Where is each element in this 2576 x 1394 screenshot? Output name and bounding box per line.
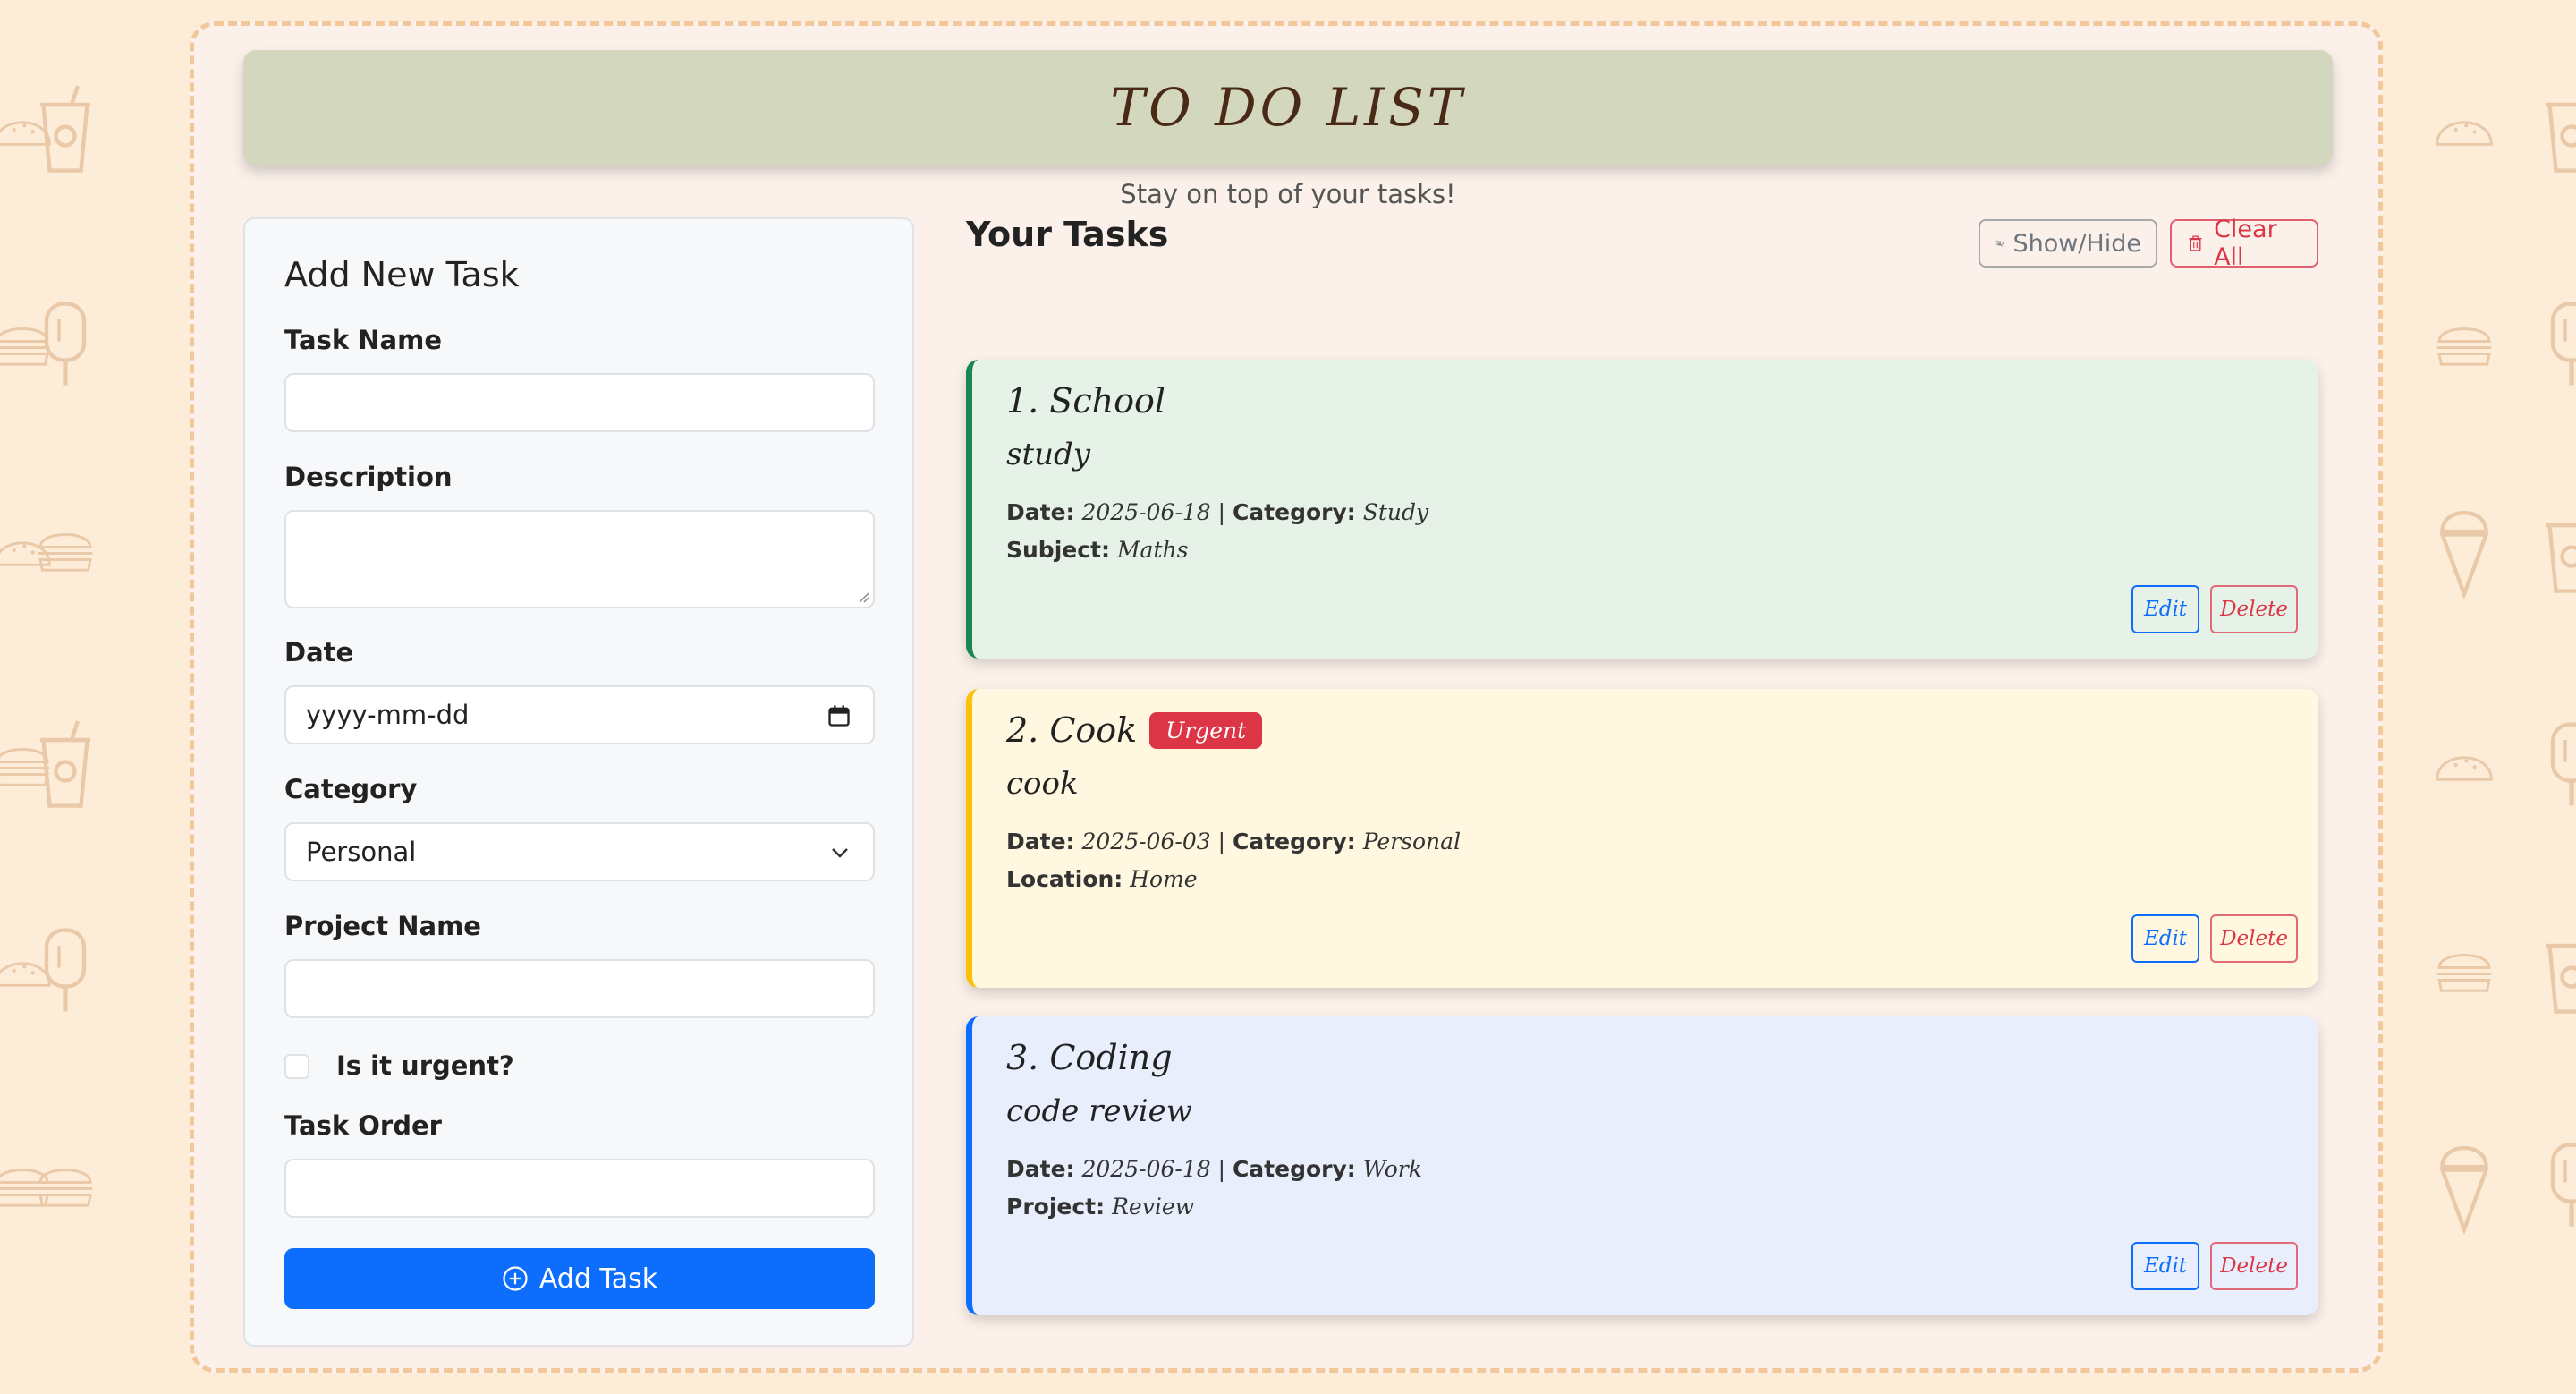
task-order-label: Task Order bbox=[284, 1110, 442, 1141]
add-task-label: Add Task bbox=[538, 1262, 658, 1295]
show-hide-label: Show/Hide bbox=[2012, 229, 2141, 258]
delete-button[interactable]: Delete bbox=[2210, 1242, 2298, 1290]
taco-icon bbox=[0, 81, 54, 179]
edit-button[interactable]: Edit bbox=[2131, 1242, 2199, 1290]
extra-value: Maths bbox=[1116, 537, 1189, 563]
popsicle-icon bbox=[2540, 1136, 2576, 1235]
task-meta-extra: Project: Review bbox=[1006, 1194, 1194, 1220]
category-key: Category: bbox=[1232, 829, 1356, 854]
trash-icon bbox=[2189, 235, 2202, 251]
date-value: 2025-06-18 bbox=[1081, 499, 1211, 525]
tagline: Stay on top of your tasks! bbox=[1120, 179, 1456, 209]
add-task-button[interactable]: Add Task bbox=[284, 1248, 875, 1309]
app-header: TO DO LIST bbox=[243, 50, 2333, 165]
category-value: Work bbox=[1362, 1156, 1422, 1182]
category-value: Study bbox=[1362, 499, 1429, 525]
extra-value: Review bbox=[1112, 1194, 1195, 1220]
clear-all-button[interactable]: Clear All bbox=[2170, 216, 2318, 271]
task-title-row: 3. Coding bbox=[1006, 1038, 1173, 1077]
project-name-label: Project Name bbox=[284, 911, 481, 941]
extra-key: Project: bbox=[1006, 1194, 1106, 1220]
task-meta-extra: Location: Home bbox=[1006, 866, 1198, 892]
project-name-input[interactable] bbox=[284, 959, 875, 1018]
burger-icon bbox=[2433, 922, 2496, 1020]
task-name-input[interactable] bbox=[284, 373, 875, 432]
category-value: Personal bbox=[1362, 829, 1462, 854]
burger-icon bbox=[0, 1136, 54, 1235]
burger-icon bbox=[0, 295, 54, 394]
cup-icon bbox=[2540, 81, 2576, 179]
eye-slash-icon bbox=[1995, 240, 2004, 247]
task-meta-date-category: Date: 2025-06-03 | Category: Personal bbox=[1006, 829, 1462, 854]
plus-circle-icon bbox=[503, 1266, 528, 1291]
date-value: 2025-06-03 bbox=[1081, 829, 1211, 854]
description-textarea[interactable] bbox=[284, 510, 875, 608]
popsicle-icon bbox=[2540, 295, 2576, 394]
edit-button[interactable]: Edit bbox=[2131, 914, 2199, 963]
add-task-form: Add New Task Task Name Description Date … bbox=[243, 217, 914, 1347]
cone-icon bbox=[2433, 501, 2496, 600]
extra-key: Location: bbox=[1006, 866, 1123, 892]
task-order-input[interactable] bbox=[284, 1159, 875, 1218]
task-description: study bbox=[1006, 437, 1090, 472]
edit-button[interactable]: Edit bbox=[2131, 585, 2199, 633]
cup-icon bbox=[2540, 501, 2576, 599]
task-card: 1. School study Date: 2025-06-18 | Categ… bbox=[966, 360, 2318, 659]
chevron-down-icon bbox=[832, 848, 848, 858]
task-meta-date-category: Date: 2025-06-18 | Category: Study bbox=[1006, 499, 1429, 525]
burger-icon bbox=[2415, 0, 2478, 27]
app-title: TO DO LIST bbox=[1110, 77, 1466, 138]
task-description: code review bbox=[1006, 1093, 1192, 1129]
form-title: Add New Task bbox=[284, 255, 520, 294]
calendar-icon[interactable] bbox=[826, 703, 852, 728]
date-key: Date: bbox=[1006, 1156, 1075, 1182]
task-title-row: 1. School bbox=[1006, 381, 1165, 421]
category-selected-value: Personal bbox=[306, 837, 417, 867]
clear-all-label: Clear All bbox=[2214, 216, 2277, 271]
extra-key: Subject: bbox=[1006, 537, 1110, 563]
task-meta-extra: Subject: Maths bbox=[1006, 537, 1188, 563]
taco-icon bbox=[2433, 716, 2496, 814]
burger-icon bbox=[2433, 295, 2496, 394]
taco-icon bbox=[0, 501, 54, 599]
task-card: 2. Cook Urgent cook Date: 2025-06-03 | C… bbox=[966, 689, 2318, 988]
task-title: 2. Cook bbox=[1006, 710, 1138, 750]
task-title: 3. Coding bbox=[1006, 1038, 1173, 1077]
task-name-label: Task Name bbox=[284, 325, 442, 355]
task-meta-date-category: Date: 2025-06-18 | Category: Work bbox=[1006, 1156, 1422, 1182]
taco-icon bbox=[0, 922, 54, 1020]
task-title: 1. School bbox=[1006, 381, 1166, 421]
cone-icon bbox=[2433, 1136, 2496, 1236]
category-key: Category: bbox=[1232, 499, 1356, 525]
task-title-row: 2. Cook Urgent bbox=[1006, 710, 1263, 750]
date-placeholder: yyyy-mm-dd bbox=[306, 700, 470, 730]
date-value: 2025-06-18 bbox=[1081, 1156, 1211, 1182]
burger-icon bbox=[0, 716, 54, 814]
show-hide-button[interactable]: Show/Hide bbox=[1979, 219, 2157, 268]
date-label: Date bbox=[284, 637, 354, 667]
urgent-checkbox[interactable] bbox=[284, 1054, 309, 1079]
urgent-label: Is it urgent? bbox=[336, 1050, 514, 1081]
description-label: Description bbox=[284, 462, 453, 492]
date-input[interactable]: yyyy-mm-dd bbox=[284, 685, 875, 744]
taco-icon bbox=[2433, 81, 2496, 179]
task-card: 3. Coding code review Date: 2025-06-18 |… bbox=[966, 1016, 2318, 1315]
popsicle-icon bbox=[2540, 716, 2576, 814]
category-key: Category: bbox=[1232, 1156, 1356, 1182]
urgent-badge: Urgent bbox=[1149, 711, 1263, 749]
delete-button[interactable]: Delete bbox=[2210, 914, 2298, 963]
date-key: Date: bbox=[1006, 829, 1075, 854]
category-select[interactable]: Personal bbox=[284, 822, 875, 881]
tasks-heading: Your Tasks bbox=[966, 215, 1169, 254]
resize-grip-icon[interactable] bbox=[857, 591, 869, 603]
cup-icon bbox=[2540, 922, 2576, 1020]
category-label: Category bbox=[284, 774, 418, 804]
task-description: cook bbox=[1006, 766, 1079, 802]
delete-button[interactable]: Delete bbox=[2210, 585, 2298, 633]
extra-value: Home bbox=[1130, 866, 1198, 892]
date-key: Date: bbox=[1006, 499, 1075, 525]
